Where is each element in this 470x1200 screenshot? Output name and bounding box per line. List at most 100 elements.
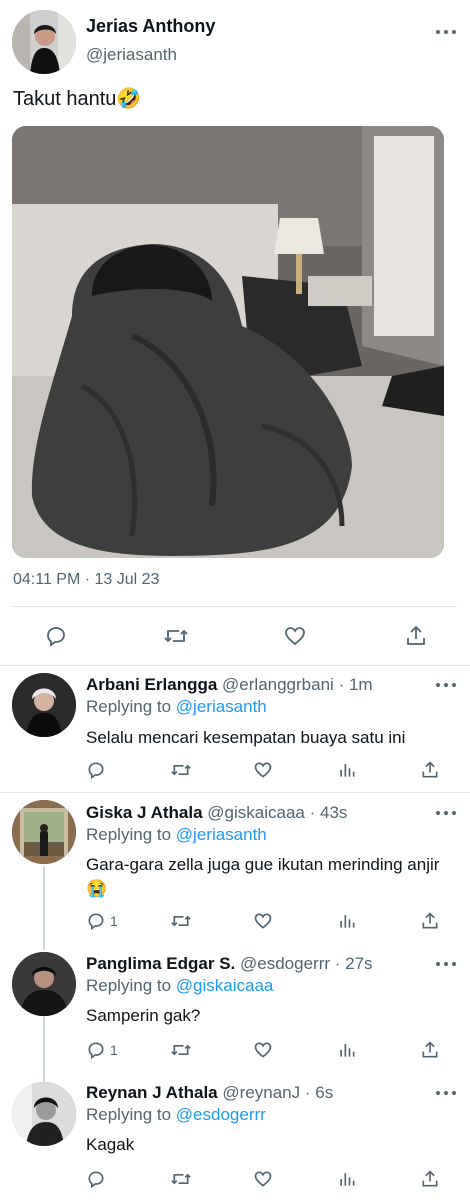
more-dots-icon[interactable] — [436, 680, 456, 690]
tweet-photo[interactable] — [12, 126, 444, 558]
share-button[interactable] — [420, 1040, 440, 1060]
reply-author-handle[interactable]: @erlanggrbani — [222, 675, 334, 694]
replying-label: Replying to — [86, 976, 172, 995]
speech-bubble-icon — [88, 1042, 104, 1060]
more-dots-icon[interactable] — [436, 1088, 456, 1098]
reply-author-name[interactable]: Reynan J Athala — [86, 1083, 218, 1102]
analytics-button[interactable] — [337, 911, 357, 931]
replying-label: Replying to — [86, 1105, 172, 1124]
thread-line — [43, 1016, 45, 1082]
replying-to-link[interactable]: @giskaicaaa — [176, 976, 274, 995]
reply-header: Giska J Athala @giskaicaaa · 43s — [86, 803, 347, 823]
share-icon — [407, 625, 425, 645]
author-avatar[interactable] — [12, 10, 76, 74]
analytics-icon — [340, 915, 355, 928]
replying-to: Replying to @esdogerrr — [86, 1105, 266, 1125]
reply-text: Kagak — [86, 1135, 135, 1154]
replying-label: Replying to — [86, 697, 172, 716]
tweet-timestamp[interactable]: 04:11 PM · 13 Jul 23 — [13, 571, 159, 589]
share-button[interactable] — [420, 911, 440, 931]
reply-time[interactable]: · 1m — [339, 675, 373, 694]
reply-time[interactable]: · 6s — [305, 1083, 333, 1102]
retweet-icon — [171, 1173, 191, 1185]
reply-header: Reynan J Athala @reynanJ · 6s — [86, 1083, 333, 1103]
tweet-text: Takut hantu🤣 — [13, 86, 141, 111]
like-button[interactable] — [253, 1040, 273, 1060]
share-icon — [422, 1170, 438, 1187]
reply-avatar[interactable] — [12, 800, 76, 864]
reply-time[interactable]: · 43s — [310, 803, 348, 822]
reply-author-handle[interactable]: @reynanJ — [222, 1083, 300, 1102]
speech-bubble-icon — [88, 762, 104, 780]
retweet-icon — [171, 915, 191, 927]
share-icon — [422, 761, 438, 778]
reply-count: 1 — [110, 913, 118, 929]
reply-avatar[interactable] — [12, 673, 76, 737]
share-button[interactable] — [420, 760, 440, 780]
replying-label: Replying to — [86, 825, 172, 844]
speech-bubble-icon — [88, 1171, 104, 1189]
retweet-button[interactable] — [170, 1040, 192, 1060]
reply-header: Panglima Edgar S. @esdogerrr · 27s — [86, 954, 373, 974]
speech-bubble-icon — [88, 913, 104, 931]
replying-to: Replying to @jeriasanth — [86, 825, 267, 845]
reply-button[interactable]: 1 — [86, 911, 118, 931]
retweet-icon — [164, 629, 188, 643]
replying-to: Replying to @giskaicaaa — [86, 976, 273, 996]
reply-author-handle[interactable]: @giskaicaaa — [207, 803, 305, 822]
reply-text: Gara-gara zella juga gue ikutan merindin… — [86, 855, 440, 898]
like-button[interactable] — [253, 760, 273, 780]
reply-author-name[interactable]: Panglima Edgar S. — [86, 954, 235, 973]
tweet-text-body: Takut hantu — [13, 88, 117, 110]
share-button[interactable] — [404, 624, 428, 648]
analytics-button[interactable] — [337, 1169, 357, 1189]
replying-to-link[interactable]: @jeriasanth — [176, 697, 267, 716]
analytics-icon — [340, 764, 355, 777]
heart-icon — [254, 762, 272, 778]
more-dots-icon[interactable] — [436, 808, 456, 818]
reply-time[interactable]: · 27s — [335, 954, 373, 973]
replying-to-link[interactable]: @esdogerrr — [176, 1105, 266, 1124]
author-name[interactable]: Jerias Anthony — [86, 16, 215, 37]
divider — [0, 665, 470, 666]
heart-icon — [285, 627, 305, 646]
replying-to: Replying to @jeriasanth — [86, 697, 267, 717]
reply-avatar[interactable] — [12, 952, 76, 1016]
share-icon — [422, 912, 438, 929]
replying-to-link[interactable]: @jeriasanth — [176, 825, 267, 844]
retweet-button[interactable] — [163, 624, 189, 648]
reply-text: Selalu mencari kesempatan buaya satu ini — [86, 728, 406, 747]
reply-author-name[interactable]: Arbani Erlangga — [86, 675, 217, 694]
analytics-icon — [340, 1173, 355, 1186]
divider — [12, 606, 457, 607]
reply-button[interactable]: 1 — [86, 1040, 118, 1060]
thread-line — [43, 866, 45, 950]
retweet-button[interactable] — [170, 1169, 192, 1189]
reply-button[interactable] — [86, 760, 110, 780]
like-button[interactable] — [283, 624, 307, 648]
more-dots-icon[interactable] — [436, 27, 456, 37]
analytics-button[interactable] — [337, 760, 357, 780]
reply-avatar[interactable] — [12, 1082, 76, 1146]
reply-header: Arbani Erlangga @erlanggrbani · 1m — [86, 675, 373, 695]
reply-count: 1 — [110, 1042, 118, 1058]
reply-author-handle[interactable]: @esdogerrr — [240, 954, 330, 973]
speech-bubble-icon — [47, 627, 65, 647]
reply-text: Samperin gak? — [86, 1006, 201, 1025]
share-icon — [422, 1041, 438, 1058]
reply-button[interactable] — [44, 624, 68, 648]
heart-icon — [254, 913, 272, 929]
heart-icon — [254, 1042, 272, 1058]
author-handle[interactable]: @jeriasanth — [86, 45, 177, 65]
like-button[interactable] — [253, 1169, 273, 1189]
retweet-button[interactable] — [170, 911, 192, 931]
retweet-icon — [171, 1044, 191, 1056]
reply-author-name[interactable]: Giska J Athala — [86, 803, 203, 822]
retweet-button[interactable] — [170, 760, 192, 780]
analytics-button[interactable] — [337, 1040, 357, 1060]
tweet-emoji: 🤣 — [116, 88, 142, 110]
reply-button[interactable] — [86, 1169, 110, 1189]
like-button[interactable] — [253, 911, 273, 931]
share-button[interactable] — [420, 1169, 440, 1189]
more-dots-icon[interactable] — [436, 959, 456, 969]
